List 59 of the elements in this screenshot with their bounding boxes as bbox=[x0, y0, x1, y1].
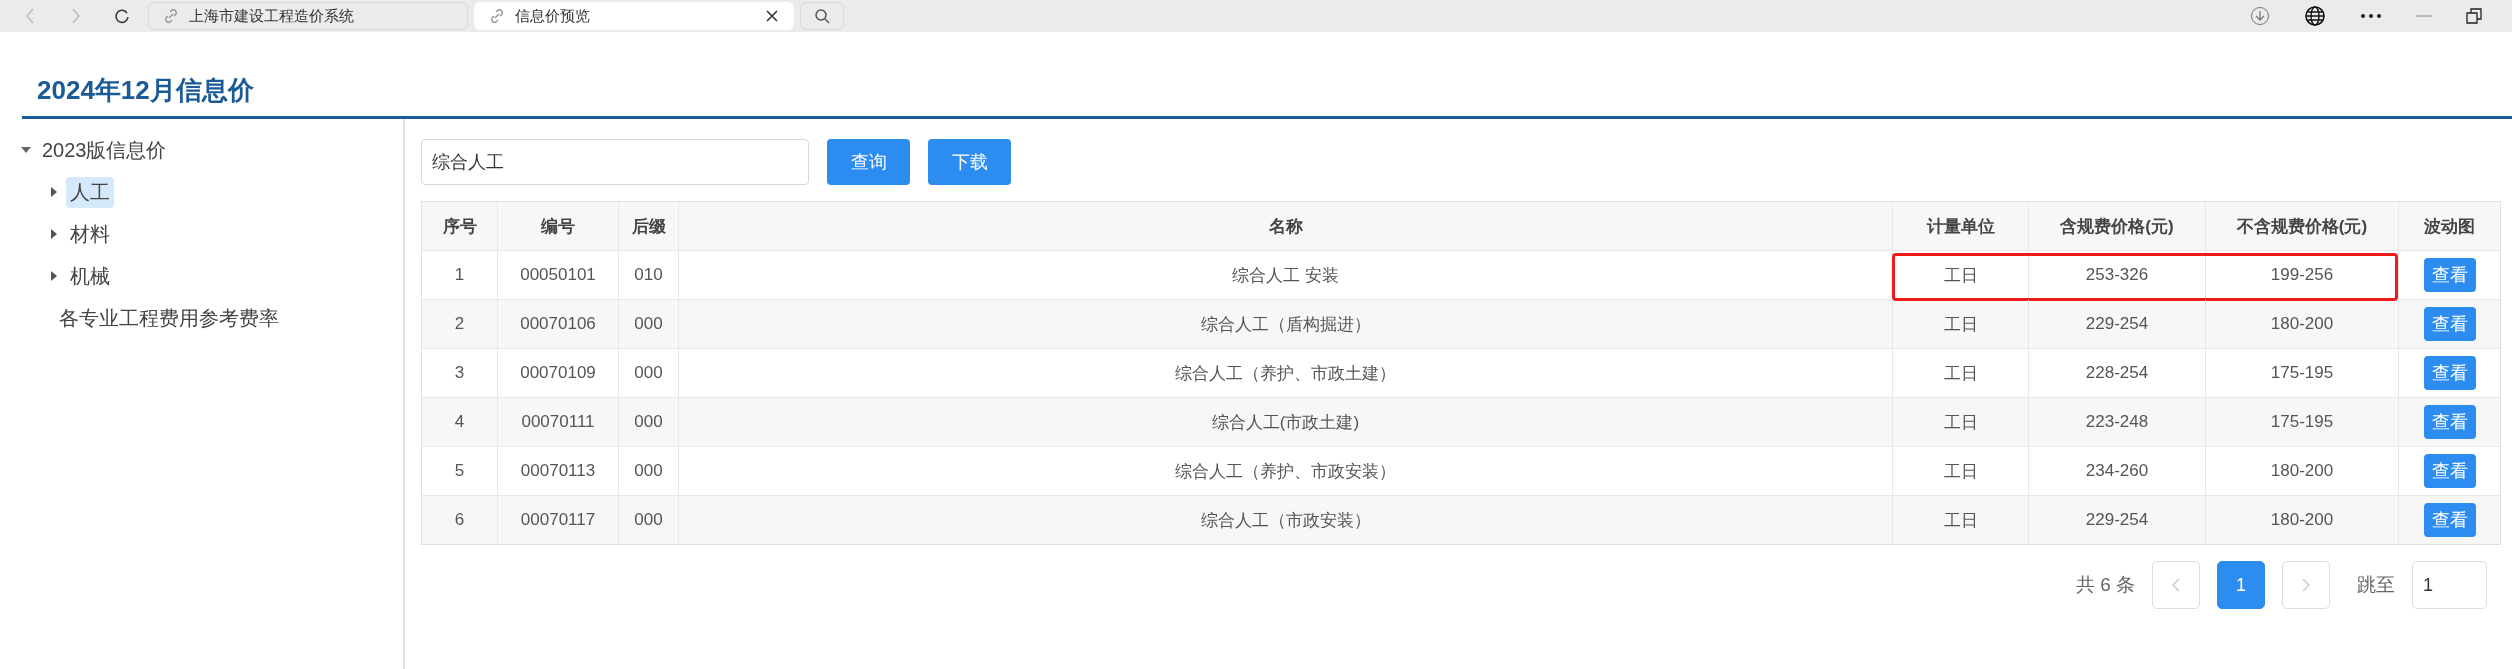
column-header: 含规费价格(元) bbox=[2028, 202, 2205, 250]
table-cell: 00070106 bbox=[497, 300, 618, 348]
tree-item[interactable]: 人工 bbox=[66, 176, 114, 208]
table-cell: 223-248 bbox=[2028, 398, 2205, 446]
page-title: 2024年12月信息价 bbox=[37, 73, 254, 107]
table-cell: 工日 bbox=[1892, 300, 2028, 348]
table-cell: 229-254 bbox=[2028, 496, 2205, 544]
table-cell-text: 6 bbox=[453, 509, 466, 531]
table-cell: 00070111 bbox=[497, 398, 618, 446]
more-icon[interactable] bbox=[2360, 13, 2382, 19]
search-button[interactable] bbox=[800, 2, 844, 30]
table-cell: 工日 bbox=[1892, 251, 2028, 299]
table-cell: 综合人工（盾构掘进） bbox=[678, 300, 1892, 348]
restore-icon[interactable] bbox=[2466, 8, 2482, 24]
table-cell: 180-200 bbox=[2205, 496, 2398, 544]
jump-label: 跳至 bbox=[2357, 573, 2395, 597]
table-cell: 199-256 bbox=[2205, 251, 2398, 299]
table-cell: 工日 bbox=[1892, 398, 2028, 446]
reload-icon[interactable] bbox=[114, 8, 130, 24]
link-icon bbox=[163, 8, 179, 24]
browser-tab[interactable]: 上海市建设工程造价系统 bbox=[148, 2, 468, 30]
table-cell: 工日 bbox=[1892, 496, 2028, 544]
total-count: 共 6 条 bbox=[2075, 573, 2135, 597]
close-icon[interactable] bbox=[765, 9, 779, 23]
link-icon bbox=[489, 8, 505, 24]
table-cell: 综合人工(市政土建) bbox=[678, 398, 1892, 446]
table-cell: 175-195 bbox=[2205, 398, 2398, 446]
chevron-right-icon bbox=[2301, 577, 2311, 593]
search-field[interactable]: 综合人工 bbox=[421, 139, 809, 185]
tree-item[interactable]: 机械 bbox=[66, 260, 114, 292]
column-header: 波动图 bbox=[2398, 202, 2500, 250]
table-cell-text: 5 bbox=[453, 460, 466, 482]
column-header: 名称 bbox=[678, 202, 1892, 250]
table-cell: 000 bbox=[618, 398, 678, 446]
globe-icon[interactable] bbox=[2304, 5, 2326, 27]
column-header: 后缀 bbox=[618, 202, 678, 250]
table-cell: 综合人工（市政安装） bbox=[678, 496, 1892, 544]
tree-item[interactable]: 材料 bbox=[66, 218, 114, 250]
search-icon bbox=[814, 8, 830, 24]
column-header: 编号 bbox=[497, 202, 618, 250]
tree-item[interactable]: 各专业工程费用参考费率 bbox=[55, 302, 283, 334]
table-cell-text: 4 bbox=[453, 411, 466, 433]
table-cell: 000 bbox=[618, 496, 678, 544]
browser-tab[interactable]: 信息价预览 bbox=[474, 2, 794, 30]
page-number-field[interactable]: 1 bbox=[2412, 561, 2487, 609]
column-header: 计量单位 bbox=[1892, 202, 2028, 250]
table-cell-text: 1 bbox=[453, 264, 466, 286]
table-cell: 000 bbox=[618, 300, 678, 348]
column-header: 不含规费价格(元) bbox=[2205, 202, 2398, 250]
table-cell: 253-326 bbox=[2028, 251, 2205, 299]
column-header: 序号 bbox=[441, 215, 478, 238]
table-cell: 229-254 bbox=[2028, 300, 2205, 348]
table-cell: 00070117 bbox=[497, 496, 618, 544]
chevron-left-icon bbox=[2171, 577, 2181, 593]
tree-item[interactable]: 2023版信息价 bbox=[38, 134, 171, 166]
download-icon[interactable] bbox=[2250, 6, 2270, 26]
table-cell-text: 3 bbox=[453, 362, 466, 384]
table-cell-text: 2 bbox=[453, 313, 466, 335]
table-cell: 180-200 bbox=[2205, 300, 2398, 348]
